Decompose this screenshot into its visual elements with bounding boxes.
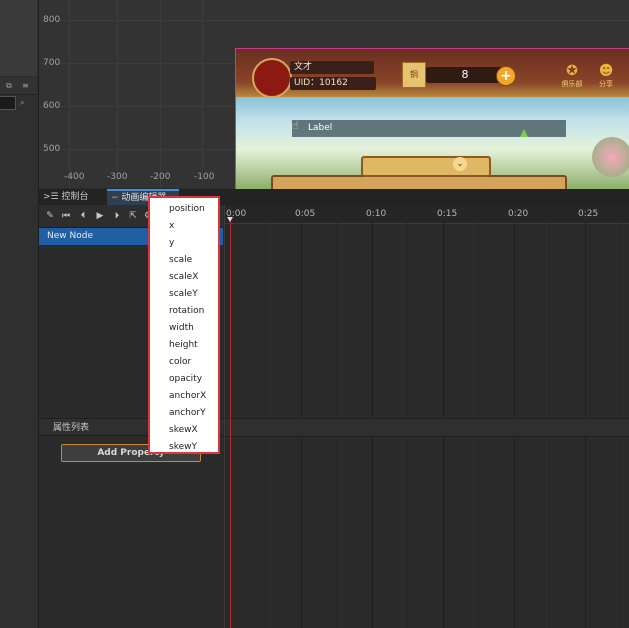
y-axis-tick: 800 bbox=[43, 15, 61, 25]
club-icon[interactable]: ✪ 俱乐部 bbox=[558, 63, 586, 93]
player-name: 文才 bbox=[290, 61, 374, 74]
timeline-divider bbox=[225, 418, 629, 437]
left-search-input[interactable] bbox=[0, 96, 16, 110]
time-label: 0:15 bbox=[437, 209, 458, 219]
player-uid: UID：10162 bbox=[290, 77, 376, 90]
player-avatar[interactable] bbox=[252, 58, 292, 98]
menu-item-color[interactable]: color bbox=[169, 354, 191, 371]
timeline-ruler[interactable]: 0:00 0:05 0:10 0:15 0:20 0:25 bbox=[225, 205, 629, 224]
time-label: 0:10 bbox=[366, 209, 387, 219]
grid-line bbox=[202, 0, 203, 188]
x-axis-tick: -200 bbox=[150, 172, 171, 182]
time-label: 0:20 bbox=[508, 209, 529, 219]
console-icon: >☰ bbox=[43, 192, 59, 202]
menu-item-rotation[interactable]: rotation bbox=[169, 303, 204, 320]
menu-item-opacity[interactable]: opacity bbox=[169, 371, 202, 388]
game-preview[interactable]: 文才 UID：10162 8 铜 + ✪ 俱乐部 ☻ 分享 Label ☝ ⌄ bbox=[235, 48, 629, 189]
y-axis-tick: 700 bbox=[43, 58, 61, 68]
step-forward-icon[interactable]: ⏵ bbox=[111, 210, 123, 222]
share-icon-label: 分享 bbox=[599, 80, 613, 88]
menu-item-y[interactable]: y bbox=[169, 235, 174, 252]
playhead[interactable] bbox=[230, 217, 231, 628]
grid-line bbox=[160, 0, 161, 188]
x-axis-tick: -400 bbox=[64, 172, 85, 182]
menu-item-anchorx[interactable]: anchorX bbox=[169, 388, 206, 405]
menu-item-scale[interactable]: scale bbox=[169, 252, 192, 269]
add-coin-button[interactable]: + bbox=[496, 66, 516, 86]
x-axis-tick: -300 bbox=[107, 172, 128, 182]
share-icon[interactable]: ☻ 分享 bbox=[592, 63, 620, 93]
label-hand-icon: ☝ bbox=[292, 119, 299, 132]
playhead-marker-icon[interactable] bbox=[227, 217, 233, 222]
y-axis-tick: 500 bbox=[43, 144, 61, 154]
animation-icon: ∽ bbox=[111, 193, 119, 203]
time-label: 0:05 bbox=[295, 209, 316, 219]
grid-line bbox=[39, 20, 629, 21]
move-gizmo-icon[interactable] bbox=[520, 129, 528, 137]
left-panel-top bbox=[0, 0, 37, 76]
export-icon[interactable]: ⇱ bbox=[127, 210, 139, 222]
chevron-down-icon[interactable]: ⌄ bbox=[453, 157, 467, 171]
grid-line bbox=[117, 0, 118, 188]
menu-item-skewy[interactable]: skewY bbox=[169, 439, 197, 456]
menu-item-height[interactable]: height bbox=[169, 337, 198, 354]
menu-item-scaley[interactable]: scaleY bbox=[169, 286, 198, 303]
scroll-banner[interactable] bbox=[361, 156, 491, 177]
club-emblem-icon: ✪ bbox=[566, 63, 578, 79]
property-dropdown-menu: position x y scale scaleX scaleY rotatio… bbox=[148, 196, 220, 454]
search-icon[interactable]: ⌕ bbox=[20, 98, 24, 108]
play-icon[interactable]: ▶ bbox=[94, 210, 106, 222]
x-axis-tick: -100 bbox=[194, 172, 215, 182]
time-label: 0:25 bbox=[578, 209, 599, 219]
club-icon-label: 俱乐部 bbox=[561, 80, 583, 88]
timeline-panel[interactable]: 0:00 0:05 0:10 0:15 0:20 0:25 bbox=[224, 205, 629, 628]
left-panel-toolbar: ⧉ ≡ bbox=[0, 78, 37, 95]
menu-item-scalex[interactable]: scaleX bbox=[169, 269, 198, 286]
menu-item-skewx[interactable]: skewX bbox=[169, 422, 198, 439]
lotus-decoration bbox=[592, 137, 629, 177]
menu-item-position[interactable]: position bbox=[169, 201, 205, 218]
tab-console-label: 控制台 bbox=[61, 192, 89, 202]
copy-icon[interactable]: ⧉ bbox=[6, 81, 12, 91]
grid-line bbox=[69, 0, 70, 188]
scroll-bar-bottom bbox=[271, 175, 567, 189]
step-back-icon[interactable]: ⏴ bbox=[77, 210, 89, 222]
share-emblem-icon: ☻ bbox=[598, 63, 614, 79]
edit-icon[interactable]: ✎ bbox=[44, 210, 56, 222]
coin-icon: 铜 bbox=[402, 62, 426, 88]
tab-console[interactable]: >☰ 控制台 bbox=[43, 189, 103, 205]
menu-icon[interactable]: ≡ bbox=[22, 81, 29, 91]
skip-start-icon[interactable]: ⏮ bbox=[60, 210, 72, 222]
property-list bbox=[39, 437, 223, 628]
menu-item-anchory[interactable]: anchorY bbox=[169, 405, 206, 422]
menu-item-width[interactable]: width bbox=[169, 320, 194, 337]
y-axis-tick: 600 bbox=[43, 101, 61, 111]
panel-tab-bar: >☰ 控制台 ∽ 动画编辑器 bbox=[39, 189, 629, 205]
menu-item-x[interactable]: x bbox=[169, 218, 174, 235]
